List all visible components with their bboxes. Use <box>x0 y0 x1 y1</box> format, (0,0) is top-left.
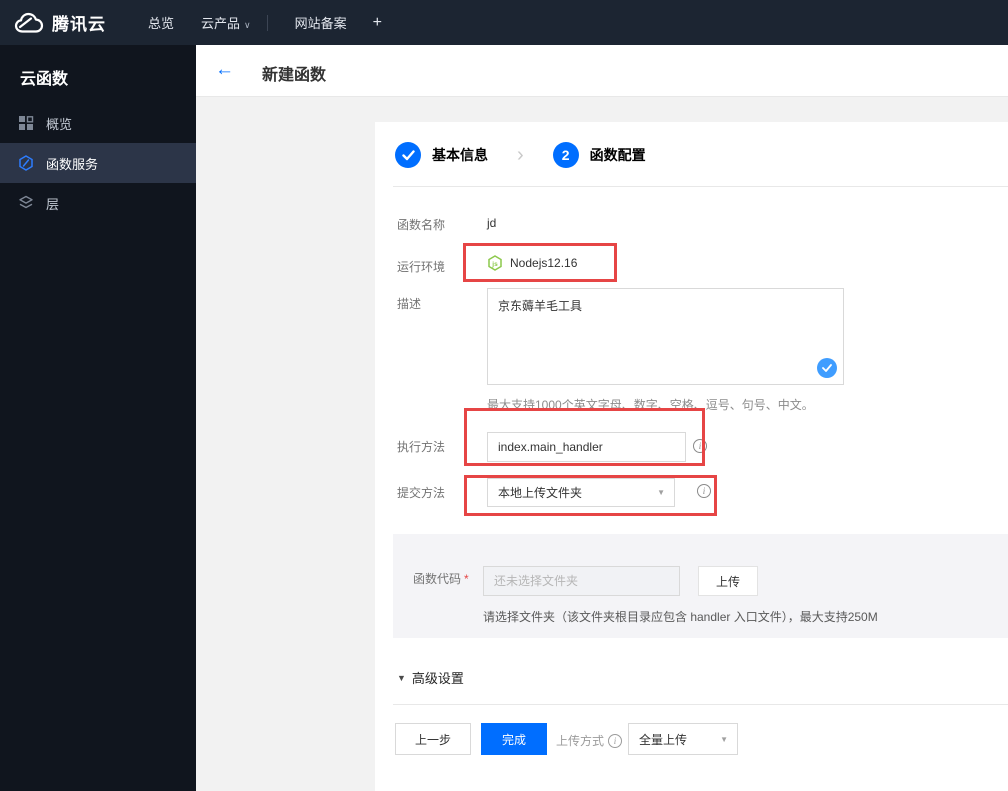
divider <box>393 186 1008 187</box>
runtime-value: Nodejs12.16 <box>510 256 578 270</box>
nav-item-icp[interactable]: 网站备案 <box>295 13 347 32</box>
svg-text:js: js <box>491 261 498 268</box>
upload-mode-select[interactable]: 全量上传 ▼ <box>628 723 738 755</box>
handler-input[interactable] <box>487 432 686 462</box>
page-header: ← 新建函数 <box>196 45 1008 97</box>
chevron-right-icon: › <box>517 144 524 166</box>
page-body: 基本信息 › 2 函数配置 函数名称 jd 运行环境 js Nodejs12.1… <box>196 97 1008 791</box>
advanced-settings-label: 高级设置 <box>411 671 464 686</box>
step2-label: 函数配置 <box>589 147 646 163</box>
sidebar-item-layers[interactable]: 层 <box>0 183 196 223</box>
step1-done-circle <box>395 142 421 168</box>
divider <box>393 704 1008 705</box>
create-function-card: 基本信息 › 2 函数配置 函数名称 jd 运行环境 js Nodejs12.1… <box>375 122 1008 791</box>
layers-icon <box>19 195 33 209</box>
select-caret-icon: ▼ <box>657 488 665 497</box>
sidebar-title: 云函数 <box>20 71 69 88</box>
sidebar-item-label: 函数服务 <box>46 156 99 172</box>
upload-mode-label: 上传方式 i <box>556 732 623 749</box>
main-area: ← 新建函数 基本信息 › 2 函数配置 函数名称 jd 运行环境 js Nod… <box>196 45 1008 791</box>
function-code-section: 函数代码* 上传 请选择文件夹（该文件夹根目录应包含 handler 入口文件）… <box>393 534 1008 638</box>
check-icon <box>401 149 415 160</box>
nav-item-overview[interactable]: 总览 <box>148 13 174 32</box>
function-name-label: 函数名称 <box>397 218 446 232</box>
advanced-settings-toggle[interactable]: ▼ 高级设置 <box>397 668 464 687</box>
submit-method-label: 提交方法 <box>397 486 446 500</box>
top-navbar: 腾讯云 总览 云产品 ∨ 网站备案 + <box>0 0 1008 45</box>
back-arrow-icon[interactable]: ← <box>215 59 234 81</box>
step2-number: 2 <box>561 147 570 163</box>
function-hexagon-icon <box>19 155 33 171</box>
upload-mode-info-icon[interactable]: i <box>608 733 623 748</box>
function-code-label: 函数代码 * <box>413 572 469 586</box>
required-mark: * <box>464 572 469 586</box>
submit-method-select[interactable]: 本地上传文件夹 ▼ <box>487 478 675 507</box>
grid-icon <box>19 116 34 130</box>
function-code-hint: 请选择文件夹（该文件夹根目录应包含 handler 入口文件），最大支持250M <box>483 610 878 624</box>
sidebar: 云函数 概览 函数服务 层 <box>0 45 196 791</box>
nav-item-products[interactable]: 云产品 ∨ <box>201 13 251 32</box>
runtime-value-row: js Nodejs12.16 <box>487 255 577 271</box>
folder-path-input[interactable] <box>483 566 680 596</box>
triangle-down-icon: ▼ <box>397 672 406 683</box>
step2-number-circle: 2 <box>552 142 579 168</box>
previous-step-button[interactable]: 上一步 <box>395 723 471 755</box>
sidebar-item-overview[interactable]: 概览 <box>0 103 196 143</box>
finish-button[interactable]: 完成 <box>481 723 547 755</box>
cloud-logo-icon <box>14 12 44 33</box>
valid-check-icon <box>817 358 837 378</box>
handler-info-icon[interactable]: i <box>693 439 707 453</box>
step1-label: 基本信息 <box>432 147 488 163</box>
nav-divider <box>266 14 268 31</box>
tencent-cloud-logo[interactable]: 腾讯云 <box>14 10 106 35</box>
sidebar-item-function-service[interactable]: 函数服务 <box>0 143 196 183</box>
handler-label: 执行方法 <box>397 440 446 454</box>
brand-name: 腾讯云 <box>52 15 106 34</box>
add-tab-icon[interactable]: + <box>373 14 382 32</box>
upload-button[interactable]: 上传 <box>698 566 758 596</box>
description-textarea[interactable]: 京东薅羊毛工具 <box>487 288 844 385</box>
description-label: 描述 <box>397 297 422 311</box>
chevron-down-icon: ∨ <box>244 20 251 30</box>
function-name-value: jd <box>487 216 497 230</box>
submit-method-value: 本地上传文件夹 <box>498 486 583 500</box>
sidebar-item-label: 概览 <box>46 116 73 132</box>
select-caret-icon: ▼ <box>720 734 728 744</box>
description-field-wrap: 京东薅羊毛工具 <box>487 288 844 385</box>
nodejs-icon: js <box>488 255 502 271</box>
page-title: 新建函数 <box>262 67 327 84</box>
description-hint: 最大支持1000个英文字母、数字、空格、逗号、句号、中文。 <box>487 398 814 412</box>
step-indicator: 基本信息 › 2 函数配置 <box>395 140 646 170</box>
submit-method-info-icon[interactable]: i <box>697 484 711 498</box>
upload-mode-value: 全量上传 <box>639 732 688 747</box>
sidebar-item-label: 层 <box>46 196 60 212</box>
runtime-label: 运行环境 <box>397 260 446 274</box>
